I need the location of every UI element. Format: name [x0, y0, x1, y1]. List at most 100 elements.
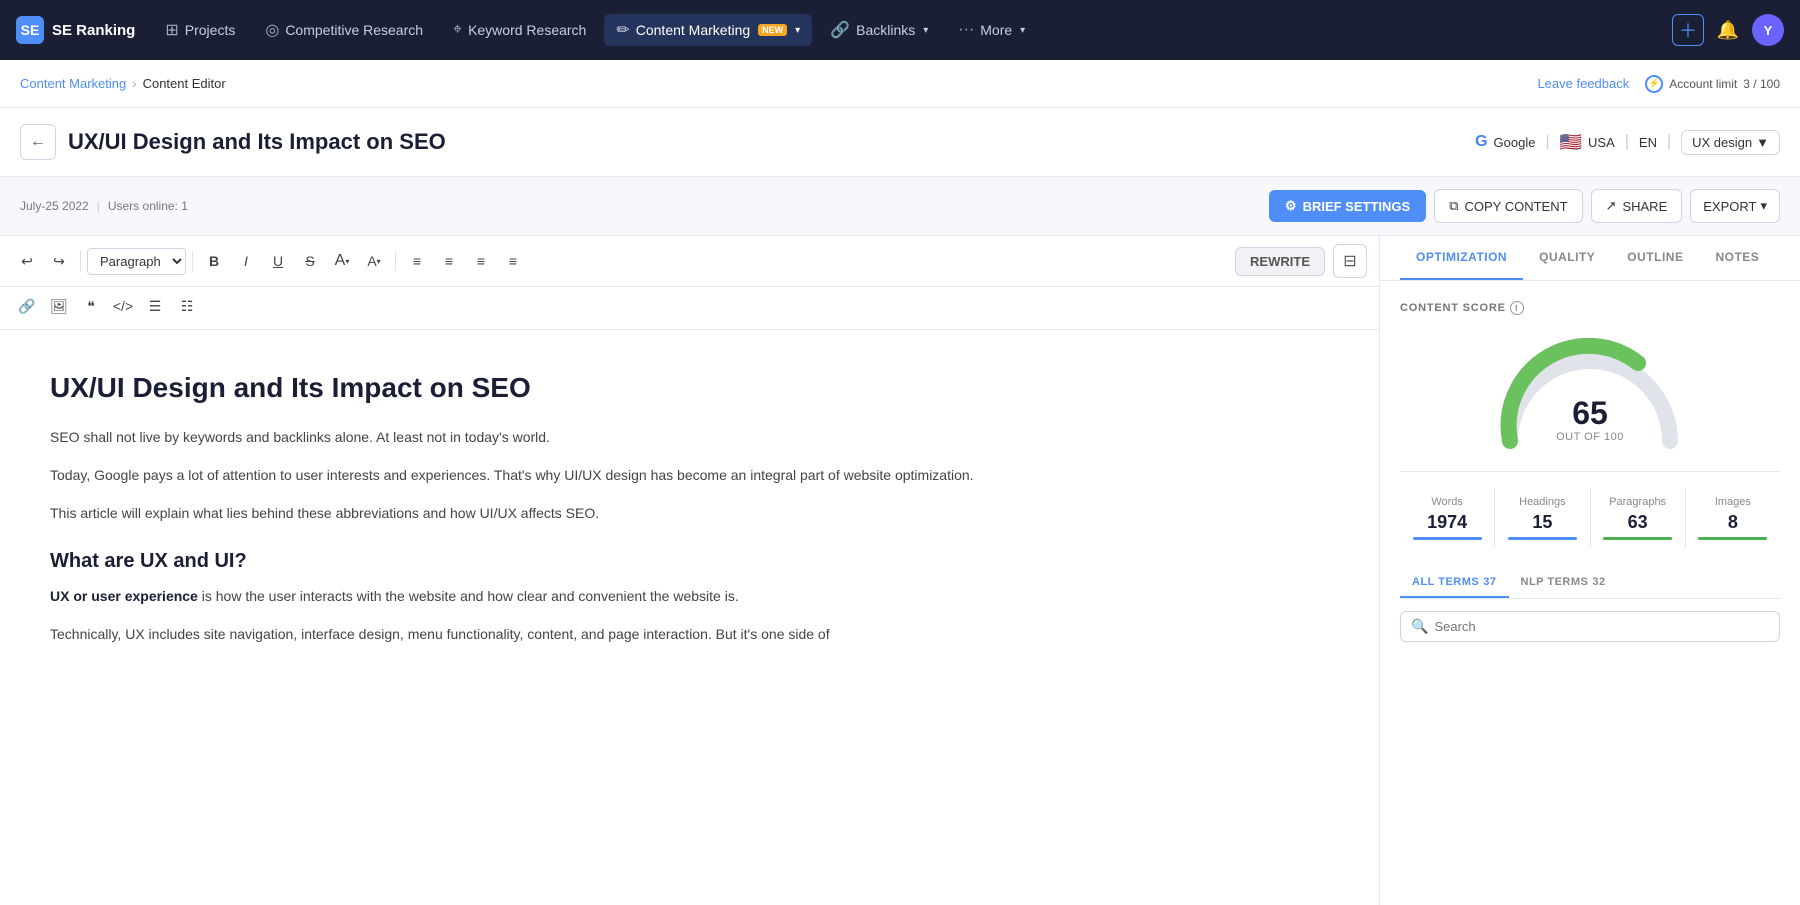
rewrite-button[interactable]: REWRITE [1235, 247, 1325, 276]
breadcrumb-parent[interactable]: Content Marketing [20, 76, 126, 91]
competitive-research-icon: ◎ [265, 20, 279, 40]
stat-images-bar [1698, 537, 1767, 540]
content-score-section: CONTENT SCORE i [1400, 301, 1780, 315]
tab-nlp-terms[interactable]: NLP TERMS 32 [1509, 568, 1618, 598]
title-bar: ← UX/UI Design and Its Impact on SEO G G… [0, 108, 1800, 177]
topic-dropdown[interactable]: UX design ▼ [1681, 130, 1780, 155]
code-button[interactable]: </> [108, 291, 138, 321]
breadcrumb-separator: › [132, 76, 136, 91]
right-panel: OPTIMIZATION QUALITY OUTLINE NOTES CONTE… [1380, 236, 1800, 905]
align-center-button[interactable]: ≡ [434, 246, 464, 276]
action-bar: July-25 2022 | Users online: 1 ⚙ BRIEF S… [0, 177, 1800, 236]
export-button[interactable]: EXPORT ▾ [1690, 189, 1780, 223]
link-button[interactable]: 🔗 [12, 291, 42, 321]
country-selector[interactable]: 🇺🇸 USA [1560, 132, 1615, 153]
nav-item-content-marketing[interactable]: ✏ Content Marketing NEW ▾ [604, 14, 812, 46]
strikethrough-button[interactable]: S [295, 246, 325, 276]
search-engine-selector[interactable]: G Google [1475, 133, 1535, 151]
tab-notes[interactable]: NOTES [1699, 236, 1775, 280]
language-label: EN [1639, 135, 1657, 150]
title-settings: G Google | 🇺🇸 USA | EN | UX design ▼ [1475, 130, 1780, 155]
export-chevron-icon: ▾ [1760, 198, 1767, 214]
copy-content-button[interactable]: ⧉ COPY CONTENT [1434, 189, 1582, 223]
bold-intro-rest: is how the user interacts with the websi… [198, 588, 739, 604]
nav-item-backlinks[interactable]: 🔗 Backlinks ▾ [818, 14, 940, 46]
brief-settings-button[interactable]: ⚙ BRIEF SETTINGS [1269, 190, 1426, 222]
stat-images: Images 8 [1686, 488, 1780, 548]
bold-button[interactable]: B [199, 246, 229, 276]
stat-words-label: Words [1404, 496, 1490, 508]
align-left-button[interactable]: ≡ [402, 246, 432, 276]
toolbar-separator-2 [192, 251, 193, 271]
terms-search-input[interactable] [1434, 619, 1769, 634]
account-limit-count: 3 / 100 [1743, 77, 1780, 91]
nav-item-more[interactable]: ··· More ▾ [946, 15, 1037, 45]
tab-all-terms[interactable]: ALL TERMS 37 [1400, 568, 1509, 598]
nav-item-projects[interactable]: ⊞ Projects [153, 14, 247, 46]
brand-logo[interactable]: SE SE Ranking [16, 16, 135, 44]
brand-name: SE Ranking [52, 22, 135, 39]
numbered-list-button[interactable]: ☷ [172, 291, 202, 321]
editor-panel: ↩ ↪ Paragraph B I U S A▾ A▾ ≡ ≡ ≡ ≡ REWR… [0, 236, 1380, 905]
tab-quality[interactable]: QUALITY [1523, 236, 1611, 280]
align-justify-button[interactable]: ≡ [498, 246, 528, 276]
toolbar-settings-button[interactable]: ⊟ [1333, 244, 1367, 278]
nav-item-keyword-research[interactable]: ⌖ Keyword Research [441, 15, 598, 45]
terms-tabs: ALL TERMS 37 NLP TERMS 32 [1400, 568, 1780, 599]
italic-button[interactable]: I [231, 246, 261, 276]
tab-optimization[interactable]: OPTIMIZATION [1400, 236, 1523, 280]
gear-icon: ⚙ [1285, 198, 1297, 214]
nlp-terms-count: 32 [1592, 576, 1605, 588]
settings-divider-3: | [1667, 133, 1671, 151]
avatar[interactable]: Y [1752, 14, 1784, 46]
undo-button[interactable]: ↩ [12, 246, 42, 276]
text-color-button[interactable]: A▾ [359, 246, 389, 276]
notifications-button[interactable]: 🔔 [1712, 14, 1744, 46]
stat-words: Words 1974 [1400, 488, 1495, 548]
content-score-label-text: CONTENT SCORE [1400, 302, 1506, 314]
content-marketing-icon: ✏ [616, 20, 629, 40]
leave-feedback-button[interactable]: Leave feedback [1537, 76, 1629, 91]
underline-button[interactable]: U [263, 246, 293, 276]
nav-label-competitive-research: Competitive Research [285, 22, 423, 38]
content-marketing-chevron: ▾ [795, 25, 800, 36]
search-engine-label: Google [1494, 135, 1536, 150]
redo-button[interactable]: ↪ [44, 246, 74, 276]
settings-divider-2: | [1625, 133, 1629, 151]
article-heading: UX/UI Design and Its Impact on SEO [50, 370, 1329, 406]
stat-words-bar [1413, 537, 1482, 540]
document-date: July-25 2022 [20, 199, 89, 213]
image-button[interactable]: 🖼 [44, 291, 74, 321]
nav-item-competitive-research[interactable]: ◎ Competitive Research [253, 14, 435, 46]
tab-outline[interactable]: OUTLINE [1611, 236, 1699, 280]
share-button[interactable]: ↗ SHARE [1591, 189, 1683, 223]
breadcrumb-current: Content Editor [143, 76, 226, 91]
stat-headings-label: Headings [1499, 496, 1585, 508]
back-button[interactable]: ← [20, 124, 56, 160]
all-terms-label: ALL TERMS [1412, 576, 1479, 588]
bullet-list-button[interactable]: ☰ [140, 291, 170, 321]
stat-images-label: Images [1690, 496, 1776, 508]
text-highlight-button[interactable]: A▾ [327, 246, 357, 276]
nlp-terms-label: NLP TERMS [1521, 576, 1589, 588]
quote-button[interactable]: ❝ [76, 291, 106, 321]
content-score-info-icon[interactable]: i [1510, 301, 1524, 315]
editor-toolbar: ↩ ↪ Paragraph B I U S A▾ A▾ ≡ ≡ ≡ ≡ REWR… [0, 236, 1379, 287]
stat-paragraphs-value: 63 [1595, 512, 1681, 533]
gauge-out-of-label: OUT OF 100 [1556, 431, 1624, 443]
brief-settings-label: BRIEF SETTINGS [1303, 199, 1411, 214]
terms-search-box[interactable]: 🔍 [1400, 611, 1780, 642]
align-right-button[interactable]: ≡ [466, 246, 496, 276]
stat-headings: Headings 15 [1495, 488, 1590, 548]
topic-dropdown-arrow: ▼ [1756, 135, 1769, 150]
brand-icon: SE [16, 16, 44, 44]
paragraph-style-select[interactable]: Paragraph [87, 248, 186, 275]
google-icon: G [1475, 133, 1487, 151]
add-button[interactable]: ＋ [1672, 14, 1704, 46]
language-selector[interactable]: EN [1639, 135, 1657, 150]
document-meta: July-25 2022 | Users online: 1 [20, 199, 1261, 213]
backlinks-icon: 🔗 [830, 20, 850, 40]
editor-content[interactable]: UX/UI Design and Its Impact on SEO SEO s… [0, 330, 1379, 905]
keyword-research-icon: ⌖ [453, 21, 462, 39]
copy-icon: ⧉ [1449, 198, 1458, 214]
